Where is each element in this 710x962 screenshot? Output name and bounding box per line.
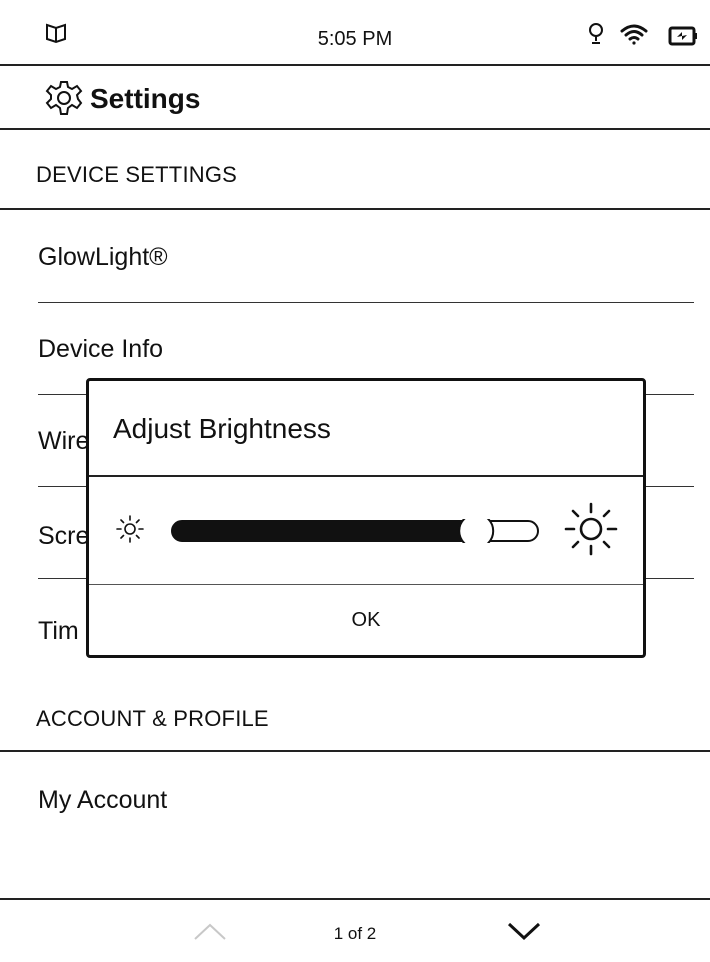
list-item-label: Scre [38,522,90,550]
list-item-label: GlowLight® [38,243,168,271]
list-item-label: Device Info [38,335,164,363]
battery-charging-icon [668,26,698,51]
wifi-icon[interactable] [619,22,649,51]
sun-small-icon [115,514,145,549]
brightness-slider-row [89,477,643,585]
chevron-down-icon[interactable] [506,920,542,947]
pagination-bar: 1 of 2 [0,898,710,962]
ok-button[interactable]: OK [89,586,643,655]
section-title: ACCOUNT & PROFILE [36,706,269,731]
section-title: DEVICE SETTINGS [36,162,238,187]
slider-thumb[interactable] [458,519,495,543]
list-item-label: Wire [38,427,90,455]
list-item-my-account[interactable]: My Account [38,752,694,844]
section-account-profile: ACCOUNT & PROFILE [0,672,710,752]
dialog-header: Adjust Brightness [89,381,643,477]
dialog-title: Adjust Brightness [113,413,331,444]
settings-header: Settings [0,66,710,130]
brightness-slider[interactable] [171,519,541,543]
status-bar: 5:05 PM [0,0,710,66]
slider-fill [172,521,477,541]
brightness-dialog: Adjust Brightness OK [86,378,646,658]
sun-large-icon [563,501,619,562]
list-item-glowlight[interactable]: GlowLight® [38,211,694,303]
section-device-settings: DEVICE SETTINGS [0,130,710,210]
page-title: Settings [90,83,201,114]
lightbulb-icon[interactable] [587,22,605,51]
ok-button-label: OK [351,609,381,631]
list-item-label: My Account [38,786,168,814]
list-item-label: Tim [38,617,79,645]
gear-icon [44,80,84,123]
page-indicator: 1 of 2 [333,924,377,943]
